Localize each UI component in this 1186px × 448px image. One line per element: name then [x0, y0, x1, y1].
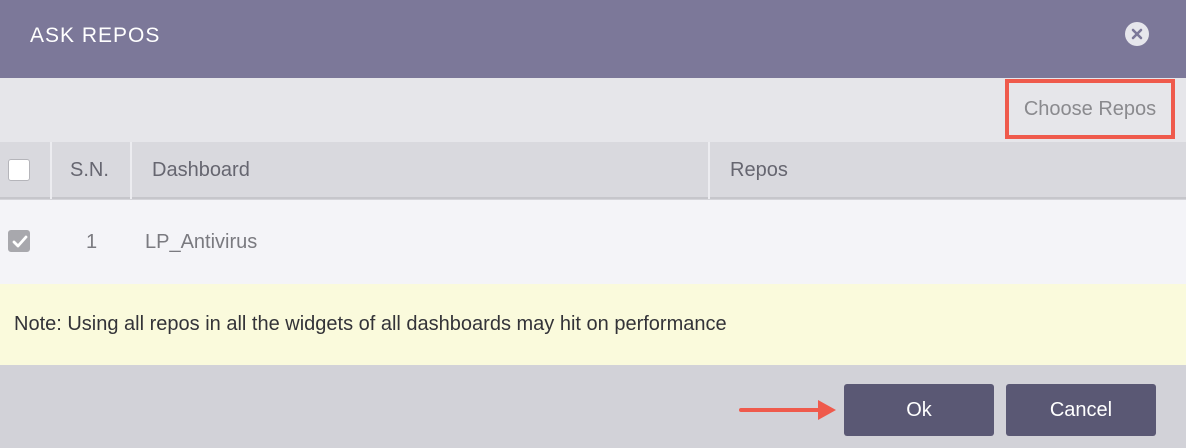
- dialog-footer: Ok Cancel: [0, 365, 1186, 448]
- column-divider: [130, 142, 132, 199]
- row-checkbox[interactable]: [8, 230, 30, 252]
- dialog-titlebar: ASK REPOS: [0, 0, 1186, 78]
- dialog-title: ASK REPOS: [30, 24, 161, 47]
- column-header-dashboard: Dashboard: [152, 159, 250, 181]
- row-dashboard: LP_Antivirus: [145, 230, 258, 253]
- table-header: S.N. Dashboard Repos: [0, 142, 1186, 199]
- column-divider: [708, 142, 710, 199]
- choose-repos-button[interactable]: Choose Repos: [1009, 83, 1171, 135]
- table-row[interactable]: 1 LP_Antivirus: [0, 200, 1186, 284]
- row-sn: 1: [86, 230, 98, 253]
- cancel-button[interactable]: Cancel: [1006, 384, 1156, 436]
- select-all-checkbox[interactable]: [8, 159, 30, 181]
- ok-button[interactable]: Ok: [844, 384, 994, 436]
- close-icon[interactable]: [1125, 22, 1149, 46]
- choose-repos-highlight: Choose Repos: [1005, 79, 1175, 139]
- checkmark-icon: [12, 235, 28, 248]
- performance-note: Note: Using all repos in all the widgets…: [0, 284, 1186, 365]
- column-header-repos: Repos: [730, 159, 788, 181]
- column-divider: [50, 142, 52, 199]
- right-arrow-icon: [739, 400, 836, 420]
- column-header-sn: S.N.: [70, 159, 109, 181]
